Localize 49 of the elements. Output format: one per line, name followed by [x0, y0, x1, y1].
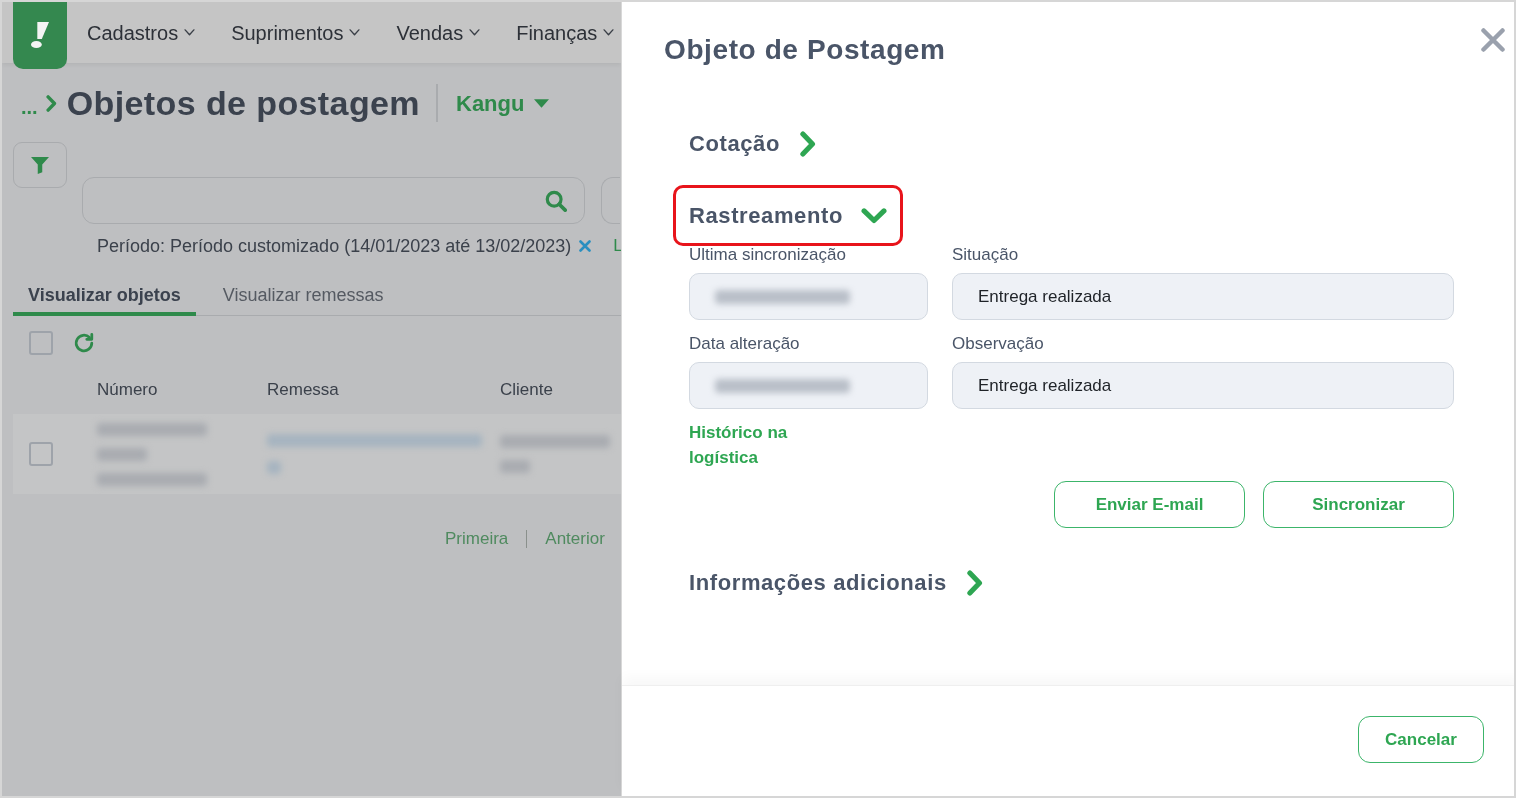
- partial-button[interactable]: [601, 177, 620, 224]
- checkbox[interactable]: [29, 442, 53, 466]
- section-header[interactable]: Cotação: [673, 113, 832, 174]
- refresh-icon[interactable]: [73, 332, 95, 354]
- field-label: Ultima sincronização: [689, 246, 847, 264]
- modal-title: Objeto de Postagem: [664, 33, 946, 67]
- nav-menu-item[interactable]: Vendas: [396, 17, 481, 48]
- outline-button[interactable]: Sincronizar: [1263, 481, 1454, 528]
- chevron-down-icon: [184, 29, 196, 36]
- blurred-text: [500, 460, 530, 473]
- filter-summary: Período: Período customizado (14/01/2023 até 13/02/2023): [97, 234, 572, 258]
- column-header: Remessa: [267, 379, 340, 401]
- search-field[interactable]: [82, 177, 585, 224]
- input-field[interactable]: [689, 273, 928, 320]
- page-title: Objetos de postagem: [66, 82, 420, 124]
- tab[interactable]: Visualizar objetos: [13, 284, 196, 316]
- chevron-right-icon: [45, 94, 57, 112]
- chevron-down-icon: [349, 29, 361, 36]
- blurred-text: [97, 447, 147, 461]
- close-icon: [1481, 28, 1505, 52]
- field-label: Situação: [952, 246, 1020, 264]
- input-field[interactable]: [689, 362, 928, 409]
- input-field[interactable]: Entrega realizada: [952, 362, 1454, 409]
- caret-down-icon: [534, 98, 550, 108]
- funnel-icon: [31, 156, 49, 174]
- tab[interactable]: Visualizar remessas: [207, 284, 399, 316]
- close-button[interactable]: [1481, 28, 1505, 52]
- field-label: Observação: [952, 335, 1045, 353]
- column-header: Número: [97, 379, 159, 401]
- close-icon[interactable]: [579, 240, 592, 252]
- history-link[interactable]: Histórico na logística: [689, 420, 819, 470]
- search-icon: [545, 189, 567, 212]
- section-header[interactable]: Informações adicionais: [673, 552, 999, 613]
- input-field[interactable]: Entrega realizada: [952, 273, 1454, 320]
- chevron-down-icon: [469, 29, 481, 36]
- nav-menu-item[interactable]: Cadastros: [87, 17, 196, 48]
- column-header: Cliente: [500, 379, 554, 401]
- cancel-button[interactable]: Cancelar: [1358, 716, 1484, 763]
- nav-menu-item[interactable]: Finanças: [516, 17, 615, 48]
- outline-button[interactable]: Enviar E-mail: [1054, 481, 1245, 528]
- section-header[interactable]: Rastreamento: [673, 185, 903, 246]
- chevron-down-icon: [603, 29, 615, 36]
- checkbox[interactable]: [29, 331, 53, 355]
- field-label: Data alteração: [689, 335, 801, 353]
- filter-button[interactable]: [13, 142, 67, 188]
- nav-menu-item[interactable]: Suprimentos: [231, 17, 361, 48]
- blurred-text: [267, 461, 281, 474]
- table-row[interactable]: [13, 414, 621, 494]
- logo-icon[interactable]: [13, 2, 67, 69]
